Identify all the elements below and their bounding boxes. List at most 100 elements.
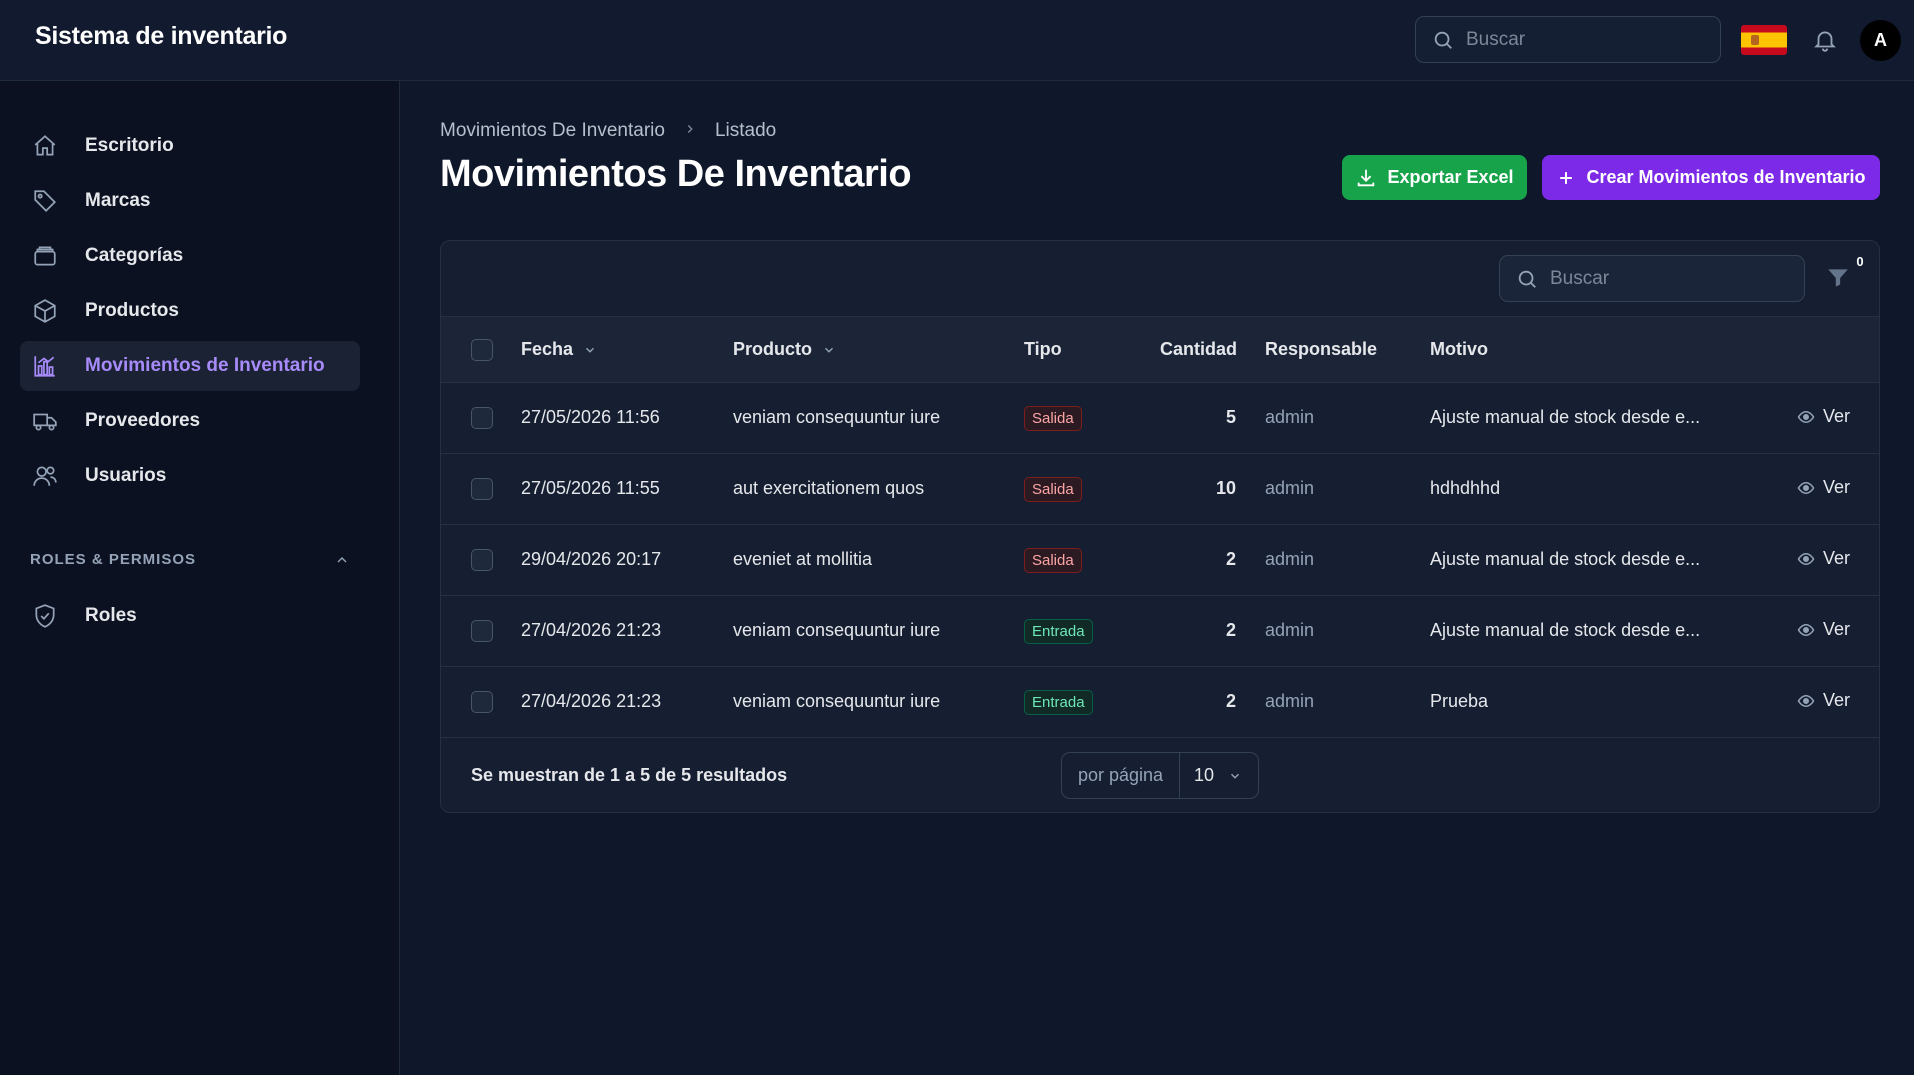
eye-icon [1797,623,1815,636]
cell-motivo: hdhdhhd [1430,478,1501,498]
truck-icon [30,406,60,436]
view-label: Ver [1823,406,1851,426]
view-button[interactable]: Ver [1797,406,1850,427]
sidebar-item-label: Movimientos de Inventario [85,355,325,376]
export-excel-button[interactable]: Exportar Excel [1342,155,1527,200]
cell-fecha: 29/04/2026 20:17 [521,549,662,569]
eye-icon [1797,552,1815,565]
column-header-producto[interactable]: Producto [733,339,836,360]
chevron-down-icon [1231,773,1240,779]
cell-fecha: 27/05/2026 11:56 [521,407,660,427]
sidebar-item-roles[interactable]: Roles [20,591,360,641]
avatar[interactable]: A [1860,20,1901,61]
filter-icon[interactable] [1825,265,1851,296]
cell-producto: aut exercitationem quos [733,478,925,498]
row-checkbox[interactable] [471,478,493,500]
breadcrumb-parent[interactable]: Movimientos De Inventario [440,120,665,142]
per-page-select[interactable]: por página 10 [1061,752,1259,799]
cell-responsable: admin [1265,691,1315,711]
per-page-value-text: 10 [1194,765,1215,785]
status-badge: Salida [1024,406,1082,431]
table-panel: 0 Fecha Producto Tipo Cantidad Responsab… [440,240,1880,813]
global-search-input[interactable] [1466,28,1706,51]
cell-cantidad: 2 [1225,549,1236,569]
folder-icon [30,241,60,271]
row-checkbox[interactable] [471,407,493,429]
view-button[interactable]: Ver [1797,548,1850,569]
view-button[interactable]: Ver [1797,690,1850,711]
home-icon [30,131,60,161]
app-title[interactable]: Sistema de inventario [35,22,287,51]
sidebar-item-escritorio[interactable]: Escritorio [20,121,360,171]
roles-permisos-group-toggle[interactable]: ROLES & PERMISOS [30,551,350,568]
chevron-down-icon [586,347,595,353]
cell-producto: veniam consequuntur iure [733,620,941,640]
cell-responsable: admin [1265,478,1315,498]
column-label: Fecha [521,339,574,359]
chart-icon [30,351,60,381]
table-row: 27/05/2026 11:56 veniam consequuntur iur… [441,383,1879,454]
table-row: 29/04/2026 20:17 eveniet at mollitia Sal… [441,525,1879,596]
cell-fecha: 27/05/2026 11:55 [521,478,660,498]
select-all-checkbox[interactable] [471,339,493,361]
table-search[interactable] [1499,255,1805,302]
sidebar-item-productos[interactable]: Productos [20,286,360,336]
chevron-down-icon [825,347,833,353]
cell-motivo: Ajuste manual de stock desde e... [1430,620,1701,640]
bell-icon[interactable] [1812,26,1838,59]
row-checkbox[interactable] [471,620,493,642]
chevron-up-icon [337,556,347,562]
create-movement-label: Crear Movimientos de Inventario [1586,167,1866,187]
sidebar-item-proveedores[interactable]: Proveedores [20,396,360,446]
view-button[interactable]: Ver [1797,477,1850,498]
cell-motivo: Ajuste manual de stock desde e... [1430,549,1701,569]
breadcrumb-current: Listado [714,120,777,141]
sidebar-item-usuarios[interactable]: Usuarios [20,451,360,501]
breadcrumb: Movimientos De Inventario Listado [440,120,776,142]
sidebar-item-label: Productos [85,300,179,321]
per-page-label: por página [1062,753,1180,798]
cube-icon [30,296,60,326]
topbar: Sistema de inventario A [0,0,1914,81]
sidebar-item-movimientos[interactable]: Movimientos de Inventario [20,341,360,391]
table-row: 27/04/2026 21:23 veniam consequuntur iur… [441,667,1879,738]
column-header-cantidad: Cantidad [1160,339,1238,359]
create-movement-button[interactable]: Crear Movimientos de Inventario [1542,155,1880,200]
row-checkbox[interactable] [471,549,493,571]
eye-icon [1797,694,1815,707]
row-checkbox[interactable] [471,691,493,713]
pagination-summary: Se muestran de 1 a 5 de 5 resultados [471,765,788,785]
view-label: Ver [1823,548,1851,568]
sidebar-item-categorias[interactable]: Categorías [20,231,360,281]
cell-producto: veniam consequuntur iure [733,691,941,711]
chevron-right-icon [683,120,697,142]
column-header-motivo: Motivo [1430,339,1488,359]
sidebar-item-label: Categorías [85,245,184,266]
view-button[interactable]: Ver [1797,619,1850,640]
column-header-fecha[interactable]: Fecha [521,339,597,360]
cell-responsable: admin [1265,549,1315,569]
cell-responsable: admin [1265,620,1315,640]
download-icon [1358,169,1375,186]
sidebar-item-label: Escritorio [85,135,174,156]
language-flag-icon[interactable] [1741,25,1787,55]
shield-icon [30,601,60,631]
sidebar-item-label: Roles [85,605,137,626]
per-page-value[interactable]: 10 [1180,753,1258,798]
tag-icon [30,186,60,216]
table-search-input[interactable] [1550,267,1790,290]
cell-cantidad: 10 [1215,478,1236,498]
cell-motivo: Prueba [1430,691,1489,711]
table-row: 27/04/2026 21:23 veniam consequuntur iur… [441,596,1879,667]
column-header-tipo: Tipo [1024,339,1062,359]
status-badge: Salida [1024,548,1082,573]
cell-motivo: Ajuste manual de stock desde e... [1430,407,1701,427]
view-label: Ver [1823,477,1851,497]
column-header-responsable: Responsable [1265,339,1378,359]
sidebar-item-marcas[interactable]: Marcas [20,176,360,226]
cell-fecha: 27/04/2026 21:23 [521,691,662,711]
sidebar-item-label: Usuarios [85,465,167,486]
cell-responsable: admin [1265,407,1315,427]
global-search[interactable] [1415,16,1721,63]
cell-cantidad: 2 [1225,691,1236,711]
